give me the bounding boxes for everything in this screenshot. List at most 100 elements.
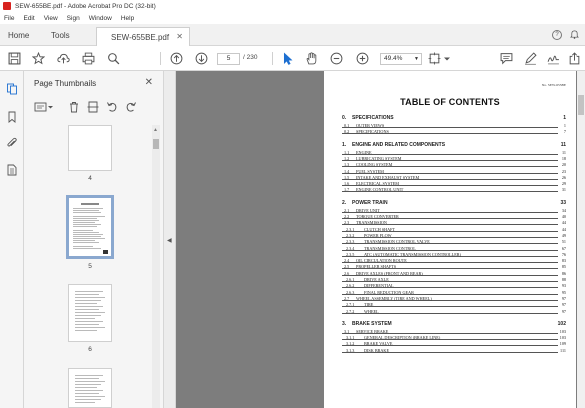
- save-icon[interactable]: [8, 52, 21, 65]
- toc-entry[interactable]: 2.3.4 TRANSMISSION CONTROL 67: [342, 246, 566, 252]
- toc-entry[interactable]: 1.6 ELECTRICAL SYSTEM 29: [342, 181, 566, 187]
- page-down-icon[interactable]: [195, 52, 208, 65]
- toc-entry[interactable]: 1.3 COOLING SYSTEM 20: [342, 162, 566, 168]
- document-scrollbar[interactable]: [577, 71, 585, 408]
- toc-text: CLUTCH SHAFT: [364, 226, 396, 232]
- zoom-select[interactable]: 49.4% ▼: [380, 53, 422, 65]
- rotate-right-icon[interactable]: [125, 101, 137, 113]
- print-icon[interactable]: [82, 52, 95, 65]
- document-icon[interactable]: [6, 164, 18, 176]
- bell-icon[interactable]: [570, 30, 579, 39]
- toc-entry[interactable]: 1.4 FUEL SYSTEM 23: [342, 169, 566, 175]
- tab-document[interactable]: SEW-655BE.pdf ✕: [96, 27, 190, 46]
- page-up-icon[interactable]: [170, 52, 183, 65]
- page-thumbnails-icon[interactable]: [6, 83, 18, 95]
- toc-entry[interactable]: 2.6.1 DRIVE AXLE 88: [342, 277, 566, 283]
- toc-entry[interactable]: 1.1 ENGINE 11: [342, 150, 566, 156]
- toc-entry[interactable]: 3.1 SERVICE BRAKE 103: [342, 329, 566, 335]
- toc-entry[interactable]: 2.5 PROPELLER SHAFTS 85: [342, 264, 566, 270]
- options-menu-icon[interactable]: [34, 101, 54, 113]
- close-icon[interactable]: ✕: [145, 77, 153, 88]
- toc-entry[interactable]: 2.3.2 POWER FLOW 49: [342, 233, 566, 239]
- menu-sign[interactable]: Sign: [67, 15, 80, 22]
- menu-file[interactable]: File: [4, 15, 14, 22]
- bookmark-icon[interactable]: [6, 111, 18, 123]
- toc-entry[interactable]: 2.2 TORQUE CONVERTER 40: [342, 214, 566, 220]
- search-icon[interactable]: [107, 52, 120, 65]
- toc-entry[interactable]: 2.7.1 TIRE 97: [342, 302, 566, 308]
- toc-entry[interactable]: 2.7 WHEEL ASSEMBLY (TIRE AND WHEEL) 97: [342, 296, 566, 302]
- toc-text: OIL CIRCULATION ROUTE: [356, 258, 407, 264]
- toc-text: ENGINE CONTROL UNIT: [356, 187, 404, 193]
- toc-entry[interactable]: 2.3.5 ATC (AUTOMATIC TRANSMISSION CONTROL…: [342, 252, 566, 258]
- toc-number: 2.1: [344, 207, 350, 213]
- toc-section[interactable]: 0. SPECIFICATIONS 1: [342, 115, 566, 121]
- scrollbar-thumb[interactable]: [153, 139, 159, 149]
- toc-entry[interactable]: 2.6.2 DIFFERENTIAL 93: [342, 283, 566, 289]
- toc-section[interactable]: 2. POWER TRAIN 33: [342, 200, 566, 206]
- star-icon[interactable]: [32, 52, 45, 65]
- page-number-input[interactable]: 5: [217, 53, 240, 65]
- toc-entry[interactable]: 0.1 OUTER VIEWS 1: [342, 123, 566, 129]
- fit-dropdown-icon[interactable]: [443, 52, 451, 65]
- toc-entry[interactable]: 3.1.2 BRAKE VALVE 109: [342, 341, 566, 347]
- hand-icon[interactable]: [305, 52, 318, 65]
- fit-page-icon[interactable]: [428, 52, 441, 65]
- help-icon[interactable]: ?: [552, 30, 562, 40]
- toc-entry[interactable]: 3.1.3 DISK BRAKE 111: [342, 348, 566, 354]
- toc-entry[interactable]: 2.3.1 CLUTCH SHAFT 44: [342, 227, 566, 233]
- document-canvas[interactable]: No. SEW-655BE TABLE OF CONTENTS 0. SPECIF…: [176, 71, 585, 408]
- thumbnail-page[interactable]: [68, 368, 112, 408]
- toc-number: 0.2: [344, 129, 350, 135]
- thumbnail-toolbar: [34, 101, 144, 115]
- attachment-icon[interactable]: [6, 137, 18, 149]
- toc-text: INTAKE AND EXHAUST SYSTEM: [356, 174, 420, 180]
- sign-icon[interactable]: [547, 52, 560, 65]
- cloud-upload-icon[interactable]: [57, 52, 70, 65]
- close-icon[interactable]: ✕: [176, 32, 183, 41]
- toc-leader-line: [342, 153, 558, 155]
- toc-section[interactable]: 3. BRAKE SYSTEM 102: [342, 321, 566, 327]
- toc-number: 1.3: [344, 162, 350, 168]
- toc-entry[interactable]: 1.2 LUBRICATING SYSTEM 18: [342, 156, 566, 162]
- toc-text: DRIVE AXLE: [364, 277, 389, 282]
- toc-entry[interactable]: 2.6.3 FINAL REDUCTION GEAR 95: [342, 290, 566, 296]
- toc-entry[interactable]: 0.2 SPECIFICATIONS 7: [342, 129, 566, 135]
- tab-tools[interactable]: Tools: [51, 27, 70, 44]
- toc-entry[interactable]: 2.7.2 WHEEL 97: [342, 309, 566, 315]
- zoom-in-icon[interactable]: [356, 52, 369, 65]
- thumbnail-page[interactable]: [68, 284, 112, 342]
- toc-entry[interactable]: 3.1.1 GENERAL DESCRIPTION (BRAKE LINE) 103: [342, 335, 566, 341]
- thumbnail-page-selected[interactable]: [66, 195, 114, 259]
- menu-view[interactable]: View: [44, 15, 58, 22]
- comment-icon[interactable]: [500, 52, 513, 65]
- thumbnail-page[interactable]: [68, 125, 112, 171]
- menu-window[interactable]: Window: [89, 15, 112, 22]
- trash-icon[interactable]: [68, 101, 80, 113]
- toc-entry[interactable]: 2.3.3 TRANSMISSION CONTROL VALVE 51: [342, 239, 566, 245]
- toc-entry[interactable]: 1.5 INTAKE AND EXHAUST SYSTEM 26: [342, 175, 566, 181]
- toc-entry[interactable]: 2.3 TRANSMISSION 44: [342, 220, 566, 226]
- toc-entry[interactable]: 2.4 OIL CIRCULATION ROUTE 83: [342, 258, 566, 264]
- toc-number: 2.3.4: [346, 245, 355, 251]
- scroll-up-icon[interactable]: ▲: [153, 127, 158, 133]
- extract-pages-icon[interactable]: [87, 101, 99, 113]
- toc-number: 2.7.1: [346, 302, 355, 308]
- toc-page: 1: [563, 115, 566, 121]
- rotate-left-icon[interactable]: [106, 101, 118, 113]
- toc-section[interactable]: 1. ENGINE AND RELATED COMPONENTS 11: [342, 142, 566, 148]
- zoom-out-icon[interactable]: [330, 52, 343, 65]
- toc-entry[interactable]: 2.6 DRIVE AXLES (FRONT AND REAR) 86: [342, 271, 566, 277]
- menu-edit[interactable]: Edit: [23, 15, 34, 22]
- scrollbar-thumb[interactable]: [578, 95, 584, 115]
- panel-collapse-handle[interactable]: ◀: [164, 71, 176, 408]
- tab-home[interactable]: Home: [8, 27, 29, 44]
- menu-help[interactable]: Help: [121, 15, 134, 22]
- pen-icon[interactable]: [524, 52, 537, 65]
- toc-entry[interactable]: 2.1 DRIVE UNIT 34: [342, 208, 566, 214]
- pointer-icon[interactable]: [281, 52, 294, 65]
- share-icon[interactable]: [568, 52, 581, 65]
- toc-entry[interactable]: 1.7 ENGINE CONTROL UNIT 31: [342, 187, 566, 193]
- thumbnail-scrollbar[interactable]: ▲: [152, 125, 160, 408]
- toc-page: 44: [561, 220, 566, 226]
